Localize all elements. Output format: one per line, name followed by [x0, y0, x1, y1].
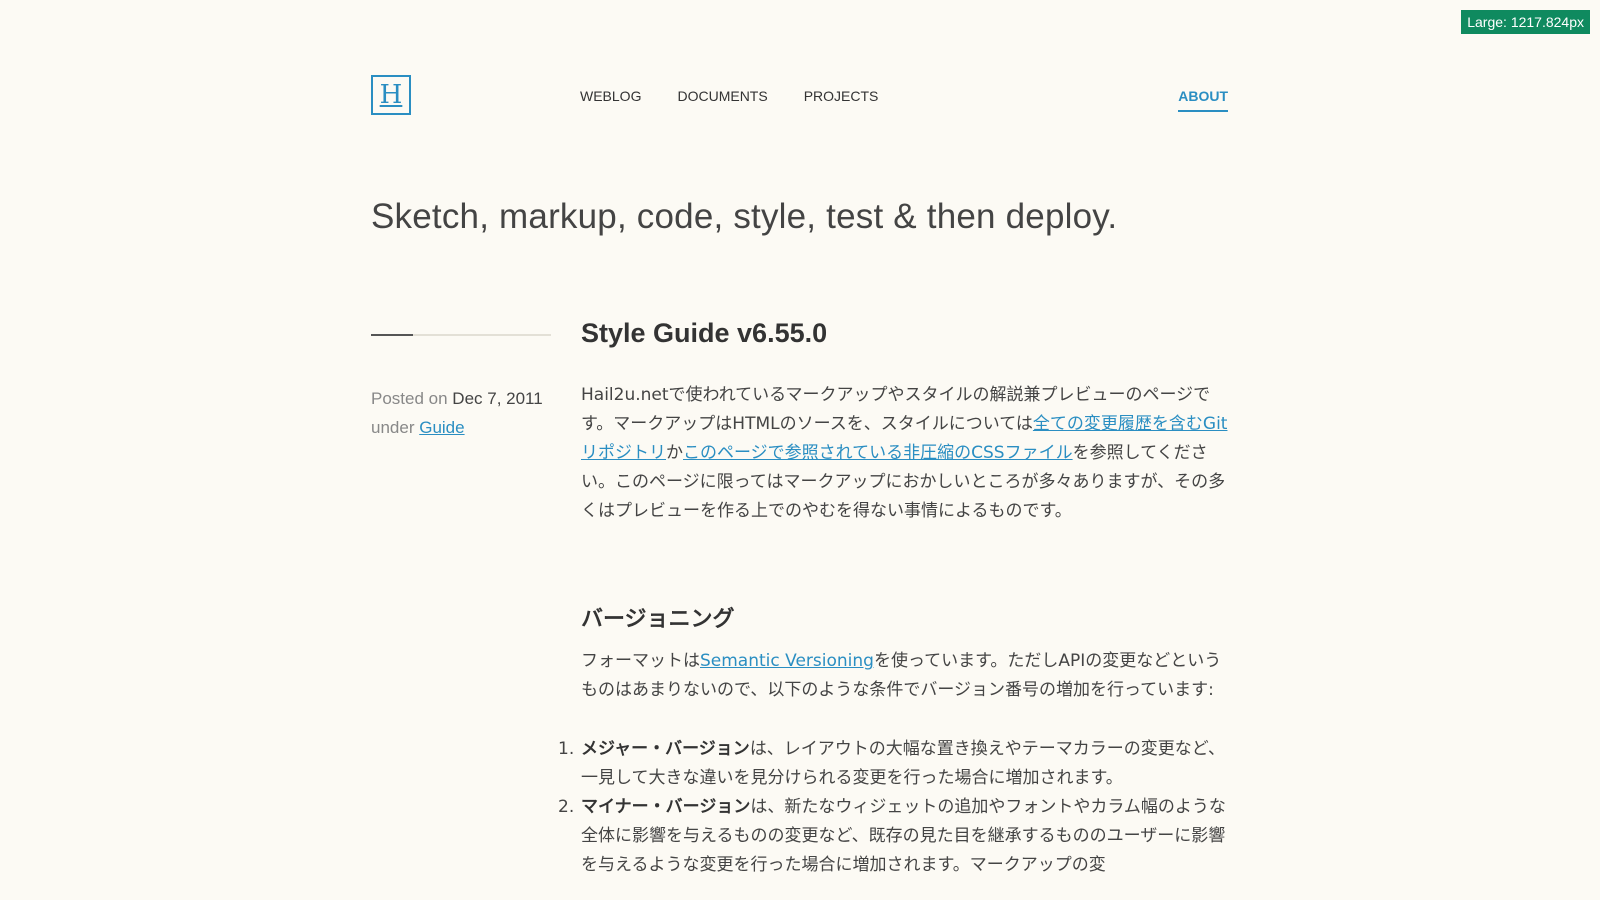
site-header: H WEBLOG DOCUMENTS PROJECTS ABOUT — [371, 75, 1228, 120]
site-tagline: Sketch, markup, code, style, test & then… — [371, 197, 1118, 236]
list-item-term: マイナー・バージョン — [581, 797, 751, 817]
versioning-heading: バージョニング — [581, 607, 735, 632]
list-item: 1. メジャー・バージョンは、レイアウトの大幅な置き換えやテーマカラーの変更など、… — [558, 735, 1229, 793]
posted-info: Posted on Dec 7, 2011 under Guide — [371, 384, 551, 442]
post-date: Dec 7, 2011 — [452, 389, 543, 408]
meta-divider — [371, 334, 551, 336]
main-nav: WEBLOG DOCUMENTS PROJECTS — [580, 88, 914, 104]
nav-weblog[interactable]: WEBLOG — [580, 88, 641, 104]
versioning-paragraph: フォーマットはSemantic Versioningを使っています。ただしAPI… — [581, 647, 1229, 705]
versioning-list: 1. メジャー・バージョンは、レイアウトの大幅な置き換えやテーマカラーの変更など、… — [558, 735, 1229, 880]
post-meta: Posted on Dec 7, 2011 under Guide — [371, 334, 551, 442]
site-logo[interactable]: H — [371, 75, 411, 115]
nav-documents[interactable]: DOCUMENTS — [677, 88, 767, 104]
post-content: Style Guide v6.55.0 Hail2u.netで使われているマーク… — [558, 318, 1229, 880]
versioning-text-1: フォーマットは — [581, 651, 700, 671]
css-file-link[interactable]: このページで参照されている非圧縮のCSSファイル — [683, 443, 1073, 463]
posted-on-label: Posted on — [371, 389, 448, 408]
list-number: 1. — [558, 739, 575, 759]
nav-about[interactable]: ABOUT — [1178, 88, 1228, 112]
list-number: 2. — [558, 797, 575, 817]
under-label: under — [371, 418, 415, 437]
viewport-size-badge: Large: 1217.824px — [1461, 10, 1590, 34]
semver-link[interactable]: Semantic Versioning — [700, 651, 874, 671]
intro-text-2: か — [666, 443, 683, 463]
nav-projects[interactable]: PROJECTS — [804, 88, 879, 104]
list-item: 2. マイナー・バージョンは、新たなウィジェットの追加やフォントやカラム幅のような… — [558, 793, 1229, 880]
category-link[interactable]: Guide — [419, 418, 464, 437]
list-item-term: メジャー・バージョン — [581, 739, 750, 759]
post-title: Style Guide v6.55.0 — [581, 318, 828, 348]
intro-paragraph: Hail2u.netで使われているマークアップやスタイルの解説兼プレビューのペー… — [581, 381, 1229, 526]
